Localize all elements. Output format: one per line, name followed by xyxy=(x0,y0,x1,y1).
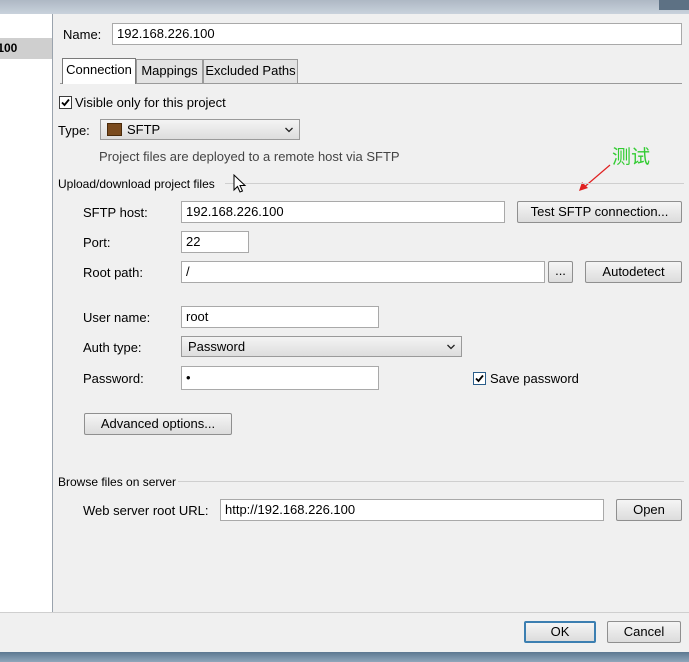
visible-only-label: Visible only for this project xyxy=(75,95,226,110)
user-name-input[interactable]: root xyxy=(181,306,379,328)
browse-section-title: Browse files on server xyxy=(58,475,177,489)
type-dropdown[interactable]: SFTP xyxy=(100,119,300,140)
root-path-label: Root path: xyxy=(83,265,143,280)
upload-section-divider xyxy=(225,183,684,184)
name-label-text: Name: xyxy=(63,27,102,42)
upload-section-title: Upload/download project files xyxy=(58,177,215,191)
type-label: Type: xyxy=(58,123,90,138)
server-list-pane: .100 xyxy=(0,14,53,612)
sftp-host-input[interactable]: 192.168.226.100 xyxy=(181,201,505,223)
test-connection-button[interactable]: Test SFTP connection... xyxy=(517,201,682,223)
password-label: Password: xyxy=(83,371,144,386)
root-path-browse-button[interactable]: ... xyxy=(548,261,573,283)
port-input[interactable]: 22 xyxy=(181,231,249,253)
root-path-input[interactable]: / xyxy=(181,261,545,283)
tab-mappings[interactable]: Mappings xyxy=(136,59,203,83)
sftp-icon xyxy=(107,123,122,136)
window-control-edge xyxy=(659,0,689,10)
web-root-input[interactable]: http://192.168.226.100 xyxy=(220,499,604,521)
server-list-item-selected[interactable]: .100 xyxy=(0,38,52,59)
auth-type-label: Auth type: xyxy=(83,340,142,355)
advanced-options-button[interactable]: Advanced options... xyxy=(84,413,232,435)
auth-type-dropdown[interactable]: Password xyxy=(181,336,462,357)
type-description: Project files are deployed to a remote h… xyxy=(99,149,400,164)
save-password-checkbox[interactable] xyxy=(473,372,486,385)
tab-strip-line xyxy=(60,83,682,84)
taskbar-strip xyxy=(0,652,689,662)
annotation-text: 测试 xyxy=(612,146,651,168)
autodetect-button[interactable]: Autodetect xyxy=(585,261,682,283)
chevron-down-icon xyxy=(447,344,455,350)
tab-excluded-paths[interactable]: Excluded Paths xyxy=(203,59,298,83)
mouse-cursor-icon xyxy=(233,174,247,193)
user-name-label: User name: xyxy=(83,310,151,325)
chevron-down-icon xyxy=(285,127,293,133)
web-root-label: Web server root URL: xyxy=(83,503,209,518)
checkmark-icon xyxy=(61,98,70,107)
port-label: Port: xyxy=(83,235,111,250)
name-input[interactable]: 192.168.226.100 xyxy=(112,23,682,45)
ok-button[interactable]: OK xyxy=(524,621,596,643)
sftp-host-label: SFTP host: xyxy=(83,205,148,220)
open-button[interactable]: Open xyxy=(616,499,682,521)
auth-type-value: Password xyxy=(188,339,246,354)
save-password-label: Save password xyxy=(490,371,579,386)
cancel-button[interactable]: Cancel xyxy=(607,621,681,643)
password-input[interactable]: • xyxy=(181,366,379,390)
checkmark-icon xyxy=(475,374,484,383)
name-label: Name: xyxy=(63,27,101,42)
annotation-arrow-icon xyxy=(579,164,611,191)
type-value: SFTP xyxy=(127,122,161,137)
tab-connection[interactable]: Connection xyxy=(62,58,136,84)
browse-section-divider xyxy=(178,481,684,482)
visible-only-checkbox[interactable] xyxy=(59,96,72,109)
window-title-strip xyxy=(0,0,689,14)
